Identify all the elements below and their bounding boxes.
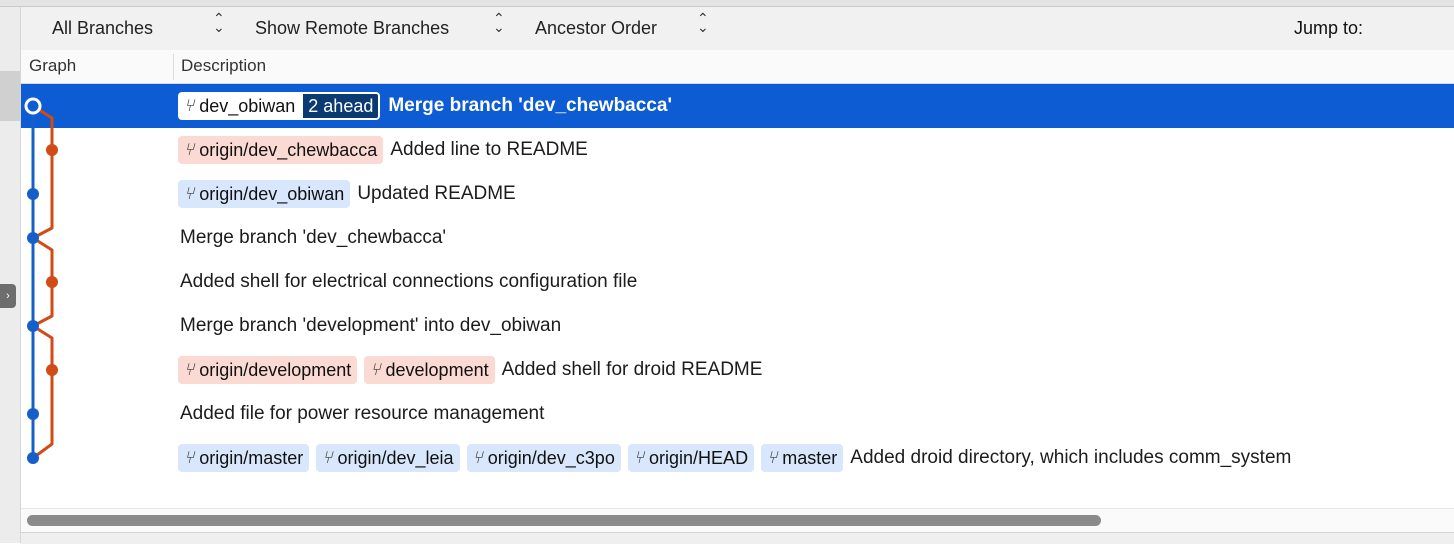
commit-dot[interactable] xyxy=(46,144,58,156)
branch-icon: ⑂ xyxy=(767,448,778,467)
commit-description: ⑂ origin/dev_obiwan Updated README xyxy=(178,179,516,209)
commit-dot[interactable] xyxy=(27,188,39,200)
commit-graph xyxy=(24,97,58,464)
branch-name: origin/development xyxy=(199,359,352,380)
horizontal-scrollbar[interactable] xyxy=(21,508,1454,533)
commit-message: Added file for power resource management xyxy=(180,403,545,424)
commit-dot[interactable] xyxy=(27,452,39,464)
commit-description: Added file for power resource management xyxy=(178,399,544,429)
orange-lane xyxy=(32,104,54,240)
branch-badge[interactable]: ⑂ development xyxy=(364,356,495,384)
up-down-chevron-icon[interactable]: ⌃ ⌄ xyxy=(493,11,505,34)
scrollbar-thumb[interactable] xyxy=(27,515,1101,526)
up-down-chevron-icon[interactable]: ⌃ ⌄ xyxy=(697,11,709,34)
order-select[interactable]: Ancestor Order xyxy=(535,16,657,40)
commit-message: Merge branch 'dev_chewbacca' xyxy=(180,227,447,248)
commit-dot[interactable] xyxy=(27,408,39,420)
commit-message: Added line to README xyxy=(390,139,588,160)
branch-badge[interactable]: ⑂ origin/dev_obiwan xyxy=(178,180,351,208)
orange-lane xyxy=(32,324,54,460)
commit-message: Updated README xyxy=(357,183,516,204)
commit-description: Merge branch 'dev_chewbacca' xyxy=(178,223,446,253)
commit-message: Merge branch 'development' into dev_obiw… xyxy=(180,315,562,336)
branch-name: dev_obiwan xyxy=(199,95,296,116)
window-top-edge xyxy=(0,0,1454,7)
commit-row[interactable]: ⑂ origin/dev_obiwan Updated README xyxy=(21,172,1454,216)
commit-row[interactable]: ⑂ origin/master ⑂ origin/dev_leia ⑂ origin/de… xyxy=(21,436,1454,480)
jump-to-label: Jump to: xyxy=(1294,18,1364,38)
commit-description: Added shell for electrical connections c… xyxy=(178,267,637,297)
commit-message: Added droid directory, which includes co… xyxy=(850,447,1292,468)
up-down-chevron-icon[interactable]: ⌃ ⌄ xyxy=(213,11,225,34)
branch-name: master xyxy=(782,447,838,468)
branch-icon: ⑂ xyxy=(184,140,195,159)
commit-row[interactable]: ⑂ origin/development ⑂ development Added she… xyxy=(21,348,1454,392)
commit-list: ⑂ dev_obiwan 2 ahead Merge branch 'dev_chew… xyxy=(21,84,1454,494)
commit-row[interactable]: Merge branch 'development' into dev_obiw… xyxy=(21,304,1454,348)
branch-badge[interactable]: ⑂ master xyxy=(761,444,844,472)
commit-description: Merge branch 'development' into dev_obiw… xyxy=(178,311,561,341)
commit-dot[interactable] xyxy=(27,232,39,244)
commit-row[interactable]: Added file for power resource management xyxy=(21,392,1454,436)
branch-icon: ⑂ xyxy=(322,448,333,467)
history-toolbar: All Branches ⌃ ⌄ Show Remote Branches ⌃ ⌄ … xyxy=(21,7,1454,51)
column-divider[interactable] xyxy=(173,54,174,80)
sidebar-toggle-handle[interactable]: › xyxy=(0,284,16,308)
column-header: Graph Description xyxy=(21,50,1454,84)
branch-icon: ⑂ xyxy=(370,360,381,379)
left-gutter: › xyxy=(0,7,21,543)
branch-badge[interactable]: ⑂ origin/dev_chewbacca xyxy=(178,136,384,164)
remote-branches-select[interactable]: Show Remote Branches xyxy=(255,16,449,40)
gutter-tab xyxy=(0,71,20,121)
branch-badge[interactable]: ⑂ dev_obiwan xyxy=(178,92,302,120)
branch-icon: ⑂ xyxy=(184,96,195,115)
commit-dot[interactable] xyxy=(24,97,42,115)
branch-name: development xyxy=(385,359,489,380)
commit-description: ⑂ origin/development ⑂ development Added she… xyxy=(178,355,762,385)
description-column-header[interactable]: Description xyxy=(181,56,266,76)
commit-row[interactable]: Merge branch 'dev_chewbacca' xyxy=(21,216,1454,260)
commit-dot[interactable] xyxy=(46,276,58,288)
branch-badge[interactable]: ⑂ origin/HEAD xyxy=(627,444,755,472)
branch-badge[interactable]: ⑂ origin/dev_c3po xyxy=(466,444,621,472)
branch-name: origin/master xyxy=(199,447,304,468)
commit-description: ⑂ dev_obiwan 2 ahead Merge branch 'dev_chew… xyxy=(178,91,672,121)
branch-icon: ⑂ xyxy=(472,448,483,467)
branch-name: origin/dev_obiwan xyxy=(199,183,345,204)
ahead-count-badge: 2 ahead xyxy=(301,92,381,120)
commit-row[interactable]: Added shell for electrical connections c… xyxy=(21,260,1454,304)
commit-dot[interactable] xyxy=(46,364,58,376)
commit-row[interactable]: ⑂ origin/dev_chewbacca Added line to READM… xyxy=(21,128,1454,172)
branch-icon: ⑂ xyxy=(184,448,195,467)
commit-dot[interactable] xyxy=(27,320,39,332)
commit-message: Added shell for electrical connections c… xyxy=(180,271,638,292)
branch-badge[interactable]: ⑂ origin/master xyxy=(178,444,310,472)
graph-column-header[interactable]: Graph xyxy=(29,56,76,76)
branch-name: origin/HEAD xyxy=(649,447,749,468)
branch-badge[interactable]: ⑂ origin/dev_leia xyxy=(316,444,460,472)
branches-select[interactable]: All Branches xyxy=(52,16,153,40)
branch-name: origin/dev_chewbacca xyxy=(199,139,378,160)
branch-icon: ⑂ xyxy=(184,360,195,379)
status-bar xyxy=(21,532,1454,544)
branch-name: origin/dev_leia xyxy=(337,447,454,468)
branch-name: origin/dev_c3po xyxy=(487,447,615,468)
branch-badge[interactable]: ⑂ origin/development xyxy=(178,356,358,384)
commit-row[interactable]: ⑂ dev_obiwan 2 ahead Merge branch 'dev_chew… xyxy=(21,84,1454,128)
commit-message: Added shell for droid README xyxy=(501,359,763,380)
branch-icon: ⑂ xyxy=(184,184,195,203)
commit-message: Merge branch 'dev_chewbacca' xyxy=(388,95,672,116)
branch-icon: ⑂ xyxy=(633,448,645,467)
commit-description: ⑂ origin/master ⑂ origin/dev_leia ⑂ origin/de… xyxy=(178,443,1291,473)
commit-description: ⑂ origin/dev_chewbacca Added line to READM… xyxy=(178,135,588,165)
